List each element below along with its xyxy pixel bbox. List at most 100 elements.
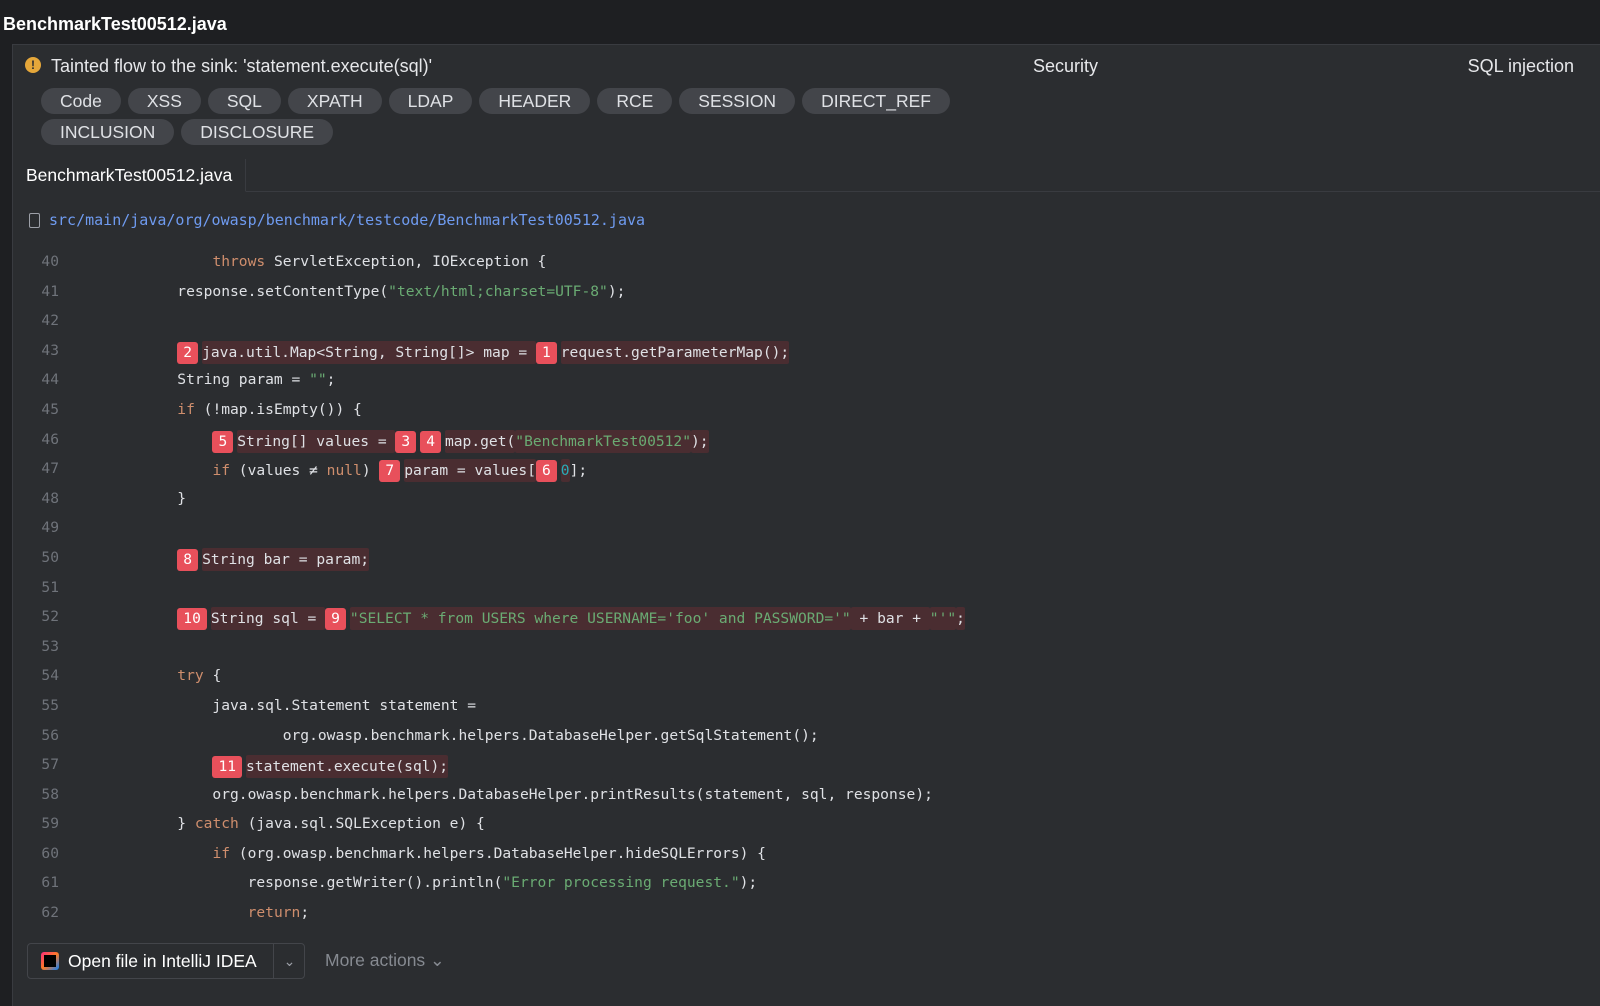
tag-rce[interactable]: RCE	[597, 88, 673, 114]
code-line: 54 try {	[13, 661, 1600, 691]
taint-step-marker[interactable]: 1	[535, 341, 557, 364]
line-number: 40	[41, 253, 59, 270]
taint-highlight-string: "'"	[929, 607, 957, 631]
line-number: 52	[41, 608, 59, 626]
taint-step-marker[interactable]: 7	[379, 460, 401, 483]
code-text: response.getWriter().println("Error proc…	[107, 874, 758, 892]
taint-highlight: + bar +	[850, 607, 930, 631]
line-number: 50	[41, 548, 59, 566]
code-token: (java.sql.SQLException e) {	[238, 815, 485, 833]
code-line: 56 org.owasp.benchmark.helpers.DatabaseH…	[13, 721, 1600, 751]
code-line: 53	[13, 632, 1600, 662]
code-line: 55 java.sql.Statement statement =	[13, 691, 1600, 721]
code-line: 42	[13, 306, 1600, 336]
code-line: 50 8 String bar = param;	[13, 543, 1600, 573]
tag-xss[interactable]: XSS	[127, 88, 201, 114]
open-in-intellij-button[interactable]: Open file in IntelliJ IDEA ⌄	[27, 943, 305, 979]
code-token: {	[203, 667, 222, 685]
code-text: }	[107, 490, 186, 507]
taint-step-marker[interactable]: 8	[177, 548, 199, 571]
line-number: 60	[41, 844, 59, 862]
code-text: if (org.owasp.benchmark.helpers.Database…	[107, 845, 766, 862]
code-line: 60 if (org.owasp.benchmark.helpers.Datab…	[13, 839, 1600, 869]
tag-ldap[interactable]: LDAP	[388, 88, 473, 114]
tab-file[interactable]: BenchmarkTest00512.java	[13, 159, 247, 192]
tag-code[interactable]: Code	[41, 88, 121, 114]
tag-header[interactable]: HEADER	[479, 88, 591, 114]
line-number: 45	[41, 400, 59, 418]
taint-step-marker[interactable]: 2	[177, 341, 199, 364]
problem-description: Tainted flow to the sink: 'statement.exe…	[51, 56, 433, 76]
code-text: 10 String sql = 9 "SELECT * from USERS whe…	[107, 607, 965, 631]
tag-inclusion[interactable]: INCLUSION	[41, 119, 175, 145]
code-token: ;	[300, 904, 310, 922]
keyword: if	[212, 844, 231, 862]
keyword: return	[247, 904, 301, 922]
taint-step-marker[interactable]: 4	[420, 430, 441, 453]
tag-sql[interactable]: SQL	[207, 88, 281, 114]
tag-disclosure[interactable]: DISCLOSURE	[181, 119, 334, 145]
tag-session[interactable]: SESSION	[679, 88, 796, 114]
code-token: }	[107, 489, 187, 507]
code-text: response.setContentType("text/html;chars…	[107, 283, 625, 300]
keyword: catch	[194, 815, 239, 833]
code-token: (!map.isEmpty()) {	[194, 400, 362, 418]
code-token: org.owasp.benchmark.helpers.DatabaseHelp…	[107, 726, 819, 744]
code-line: 43 2 java.util.Map<String, String[]> map …	[13, 336, 1600, 366]
file-icon	[29, 213, 40, 228]
tag-list: Code XSS SQL XPATH LDAP HEADER RCE SESSION DIREC…	[41, 88, 1001, 150]
taint-step-marker[interactable]: 9	[325, 608, 346, 631]
taint-highlight: String sql =	[210, 607, 326, 631]
problem-type: SQL injection	[1467, 56, 1574, 76]
problem-header: ! Tainted flow to the sink: 'statement.e…	[25, 55, 1600, 79]
line-number: 46	[41, 430, 59, 448]
code-token: }	[107, 815, 195, 833]
code-token: response.setContentType(	[107, 282, 389, 300]
line-number: 48	[41, 489, 59, 507]
taint-step-marker[interactable]: 10	[177, 608, 207, 631]
code-text: 11 statement.execute(sql);	[107, 755, 449, 779]
code-line: 40 throws ServletException, IOException …	[13, 247, 1600, 277]
code-line: 58 org.owasp.benchmark.helpers.DatabaseH…	[13, 780, 1600, 810]
line-number: 61	[41, 874, 59, 892]
code-line: 51	[13, 573, 1600, 603]
taint-highlight-number: 0	[560, 459, 570, 483]
intellij-icon	[41, 952, 59, 970]
taint-highlight-string: "SELECT * from USERS where USERNAME='foo…	[349, 607, 851, 631]
taint-step-marker[interactable]: 3	[395, 430, 417, 453]
taint-highlight: statement.execute(sql);	[246, 755, 449, 779]
code-view: 40 throws ServletException, IOException …	[13, 247, 1600, 928]
code-line: 49	[13, 513, 1600, 543]
tag-direct-ref[interactable]: DIRECT_REF	[802, 88, 950, 114]
problem-panel: ! Tainted flow to the sink: 'statement.e…	[12, 44, 1600, 1006]
line-number: 58	[41, 785, 59, 803]
string-literal: ""	[309, 371, 327, 389]
more-actions-link[interactable]: More actions ⌄	[325, 950, 445, 971]
code-text: String param = "";	[107, 371, 335, 388]
taint-step-marker[interactable]: 5	[212, 430, 234, 453]
code-token: ;	[326, 371, 336, 389]
code-line: 45 if (!map.isEmpty()) {	[13, 395, 1600, 425]
code-text: if (values ≠ null) 7 param = values[6 0];	[107, 459, 587, 483]
taint-step-marker[interactable]: 6	[536, 460, 557, 483]
string-literal: "Error processing request."	[502, 874, 740, 892]
line-number: 41	[41, 282, 59, 300]
chevron-down-icon[interactable]: ⌄	[273, 944, 305, 978]
code-text: } catch (java.sql.SQLException e) {	[107, 815, 485, 832]
code-token: (org.owasp.benchmark.helpers.DatabaseHel…	[230, 844, 766, 862]
taint-highlight: String[] values =	[237, 429, 396, 453]
tag-xpath[interactable]: XPATH	[287, 88, 382, 114]
line-number: 51	[41, 578, 59, 596]
code-token: org.owasp.benchmark.helpers.DatabaseHelp…	[107, 785, 933, 803]
code-line: 44 String param = "";	[13, 365, 1600, 395]
keyword: null	[326, 462, 362, 480]
file-path-text[interactable]: src/main/java/org/owasp/benchmark/testco…	[49, 211, 645, 229]
code-token: );	[607, 282, 626, 300]
taint-step-marker[interactable]: 11	[212, 756, 243, 779]
taint-highlight: );	[691, 429, 709, 453]
